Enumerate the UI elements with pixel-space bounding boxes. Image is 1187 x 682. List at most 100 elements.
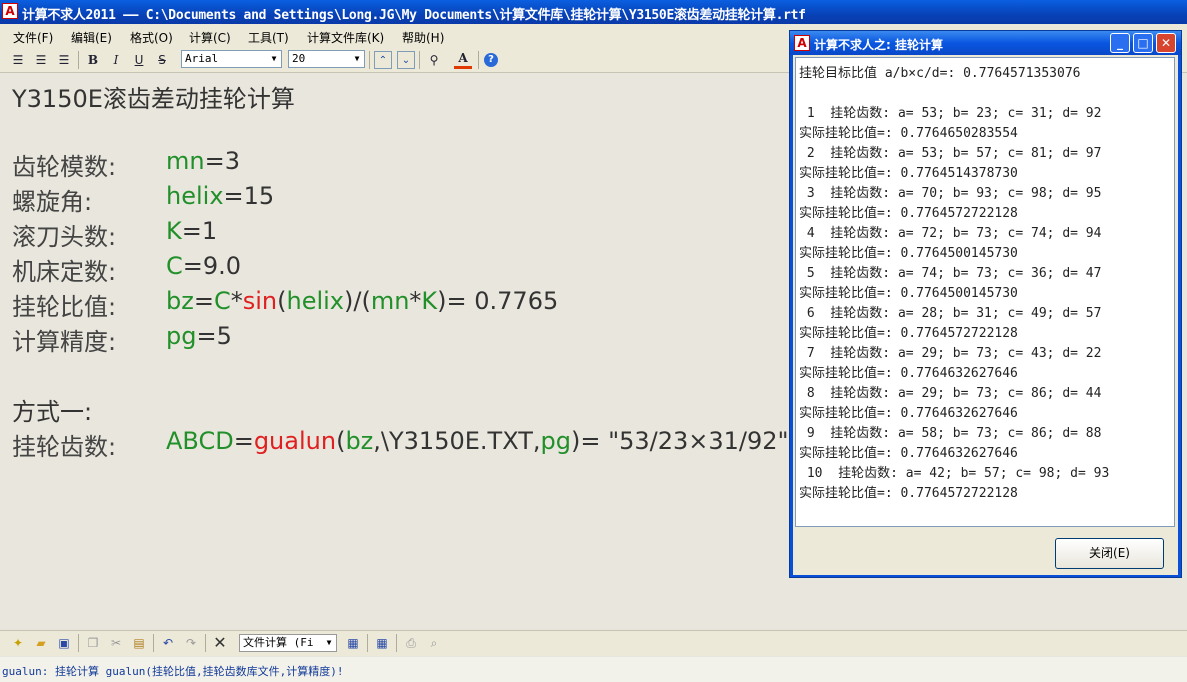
target-ratio-line: 挂轮目标比值 a/b×c/d=: 0.7764571353076 bbox=[799, 66, 1081, 81]
param-label: 齿轮模数: bbox=[12, 153, 117, 181]
menu-file[interactable]: 文件(F) bbox=[13, 29, 53, 46]
result-gears-line: 1 挂轮齿数: a= 53; b= 23; c= 31; d= 92 bbox=[799, 106, 1102, 121]
dialog-title: 计算不求人之: 挂轮计算 bbox=[814, 38, 943, 52]
param-row-helix: 螺旋角: helix=15 bbox=[12, 182, 274, 217]
font-size-select[interactable]: 20 ▼ bbox=[288, 50, 365, 68]
menu-format[interactable]: 格式(O) bbox=[130, 29, 173, 46]
result-gears-line: 6 挂轮齿数: a= 28; b= 31; c= 49; d= 57 bbox=[799, 306, 1102, 321]
dialog-body: 挂轮目标比值 a/b×c/d=: 0.7764571353076 1 挂轮齿数:… bbox=[793, 55, 1178, 575]
status-text: gualun: 挂轮计算 gualun(挂轮比值,挂轮齿数库文件,计算精度)! bbox=[2, 665, 344, 678]
dialog-title-bar[interactable]: A 计算不求人之: 挂轮计算 _ □ ✕ bbox=[790, 31, 1181, 55]
table-icon[interactable]: ▦ bbox=[373, 634, 391, 652]
toolbar-separator bbox=[367, 634, 368, 652]
param-label: 滚刀头数: bbox=[12, 223, 117, 251]
formula-token: * bbox=[230, 287, 243, 315]
strikethrough-button[interactable]: S bbox=[153, 51, 171, 69]
param-value: =5 bbox=[196, 322, 232, 350]
result-actual-ratio-line: 实际挂轮比值=: 0.7764632627646 bbox=[799, 366, 1018, 381]
standard-toolbar: ✦ ▰ ▣ ❐ ✂ ▤ ↶ ↷ ✕ 文件计算 (Fi ▼ ▦ ▦ ⎙ ⌕ bbox=[0, 630, 1187, 656]
result-gears-line: 10 挂轮齿数: a= 42; b= 57; c= 98; d= 93 bbox=[799, 466, 1110, 481]
bold-button[interactable]: B bbox=[84, 51, 102, 69]
menu-calculate[interactable]: 计算(C) bbox=[189, 29, 231, 46]
calculator-icon[interactable]: ▦ bbox=[344, 634, 362, 652]
gear-calc-dialog: A 计算不求人之: 挂轮计算 _ □ ✕ 挂轮目标比值 a/b×c/d=: 0.… bbox=[789, 30, 1182, 578]
result-actual-ratio-line: 实际挂轮比值=: 0.7764514378730 bbox=[799, 166, 1018, 181]
cut-icon[interactable]: ✂ bbox=[107, 634, 125, 652]
menu-library[interactable]: 计算文件库(K) bbox=[307, 29, 384, 46]
formula-token: ,\Y3150E.TXT, bbox=[373, 427, 541, 455]
document-heading: Y3150E滚齿差动挂轮计算 bbox=[12, 85, 295, 113]
font-color-icon[interactable]: A bbox=[454, 51, 472, 69]
results-textbox[interactable]: 挂轮目标比值 a/b×c/d=: 0.7764571353076 1 挂轮齿数:… bbox=[795, 57, 1175, 527]
subscript-icon[interactable]: ⌄ bbox=[397, 51, 415, 69]
find-binoculars-icon[interactable]: ⚲ bbox=[425, 51, 443, 69]
formula-token: bz bbox=[345, 427, 374, 455]
paste-icon[interactable]: ▤ bbox=[130, 634, 148, 652]
align-left-icon[interactable]: ☰ bbox=[9, 51, 27, 69]
align-center-icon[interactable]: ☰ bbox=[32, 51, 50, 69]
toolbar-separator bbox=[78, 634, 79, 652]
copy-icon[interactable]: ❐ bbox=[84, 634, 102, 652]
result-actual-ratio-line: 实际挂轮比值=: 0.7764632627646 bbox=[799, 406, 1018, 421]
underline-button[interactable]: U bbox=[130, 51, 148, 69]
new-file-icon[interactable]: ✦ bbox=[9, 634, 27, 652]
undo-icon[interactable]: ↶ bbox=[159, 634, 177, 652]
formula-token: )= 0.7765 bbox=[437, 287, 559, 315]
maximize-button[interactable]: □ bbox=[1133, 33, 1153, 53]
formula-token: K bbox=[421, 287, 438, 315]
result-gears-line: 9 挂轮齿数: a= 58; b= 73; c= 86; d= 88 bbox=[799, 426, 1102, 441]
close-icon[interactable]: ✕ bbox=[1156, 33, 1176, 53]
menu-help[interactable]: 帮助(H) bbox=[402, 29, 444, 46]
menu-tools[interactable]: 工具(T) bbox=[248, 29, 289, 46]
result-gears-line: 2 挂轮齿数: a= 53; b= 57; c= 81; d= 97 bbox=[799, 146, 1102, 161]
param-var: C bbox=[166, 252, 183, 280]
param-label: 计算精度: bbox=[12, 328, 117, 356]
formula-token: bz bbox=[166, 287, 194, 315]
superscript-icon[interactable]: ⌃ bbox=[374, 51, 392, 69]
save-icon[interactable]: ▣ bbox=[55, 634, 73, 652]
chevron-down-icon: ▼ bbox=[326, 638, 332, 647]
app-logo-icon: A bbox=[2, 3, 18, 19]
param-var: pg bbox=[166, 322, 197, 350]
calc-mode-value: 文件计算 (Fi bbox=[243, 636, 314, 649]
param-var: K bbox=[166, 217, 182, 245]
print-preview-icon[interactable]: ⌕ bbox=[425, 634, 443, 652]
param-value: =15 bbox=[223, 182, 275, 210]
redo-icon[interactable]: ↷ bbox=[182, 634, 200, 652]
param-row-ratio: 挂轮比值: bz=C*sin(helix)/(mn*K)= 0.7765 bbox=[12, 287, 558, 322]
toolbar-separator bbox=[419, 51, 420, 69]
toolbar-separator bbox=[369, 51, 370, 69]
chevron-down-icon: ▼ bbox=[271, 54, 277, 63]
help-icon[interactable]: ? bbox=[484, 53, 498, 67]
formula-token: sin bbox=[242, 287, 278, 315]
italic-button[interactable]: I bbox=[107, 51, 125, 69]
result-actual-ratio-line: 实际挂轮比值=: 0.7764632627646 bbox=[799, 446, 1018, 461]
formula-token: )/( bbox=[344, 287, 371, 315]
print-icon[interactable]: ⎙ bbox=[402, 634, 420, 652]
delete-icon[interactable]: ✕ bbox=[211, 634, 229, 652]
param-label: 挂轮比值: bbox=[12, 293, 117, 321]
minimize-button[interactable]: _ bbox=[1110, 33, 1130, 53]
close-button[interactable]: 关闭(E) bbox=[1055, 538, 1164, 569]
formula-token: )= "53/23×31/92" bbox=[570, 427, 789, 455]
result-actual-ratio-line: 实际挂轮比值=: 0.7764500145730 bbox=[799, 286, 1018, 301]
formula-token: C bbox=[213, 287, 231, 315]
param-value: =3 bbox=[204, 147, 240, 175]
font-name-select[interactable]: Arial ▼ bbox=[181, 50, 282, 68]
formula-token: * bbox=[409, 287, 422, 315]
formula-token: = bbox=[193, 287, 214, 315]
result-actual-ratio-line: 实际挂轮比值=: 0.7764572722128 bbox=[799, 206, 1018, 221]
toolbar-separator bbox=[153, 634, 154, 652]
calc-mode-select[interactable]: 文件计算 (Fi ▼ bbox=[239, 634, 337, 652]
result-gears-line: 5 挂轮齿数: a= 74; b= 73; c= 36; d= 47 bbox=[799, 266, 1102, 281]
param-row-hob-starts: 滚刀头数: K=1 bbox=[12, 217, 217, 252]
toolbar-separator bbox=[78, 51, 79, 69]
menu-edit[interactable]: 编辑(E) bbox=[71, 29, 112, 46]
window-title: 计算不求人2011 —— C:\Documents and Settings\L… bbox=[22, 8, 806, 23]
param-row-module: 齿轮模数: mn=3 bbox=[12, 147, 240, 182]
toolbar-separator bbox=[478, 51, 479, 69]
result-gears-line: 8 挂轮齿数: a= 29; b= 73; c= 86; d= 44 bbox=[799, 386, 1102, 401]
align-right-icon[interactable]: ☰ bbox=[55, 51, 73, 69]
font-name-value: Arial bbox=[185, 52, 219, 65]
open-folder-icon[interactable]: ▰ bbox=[32, 634, 50, 652]
